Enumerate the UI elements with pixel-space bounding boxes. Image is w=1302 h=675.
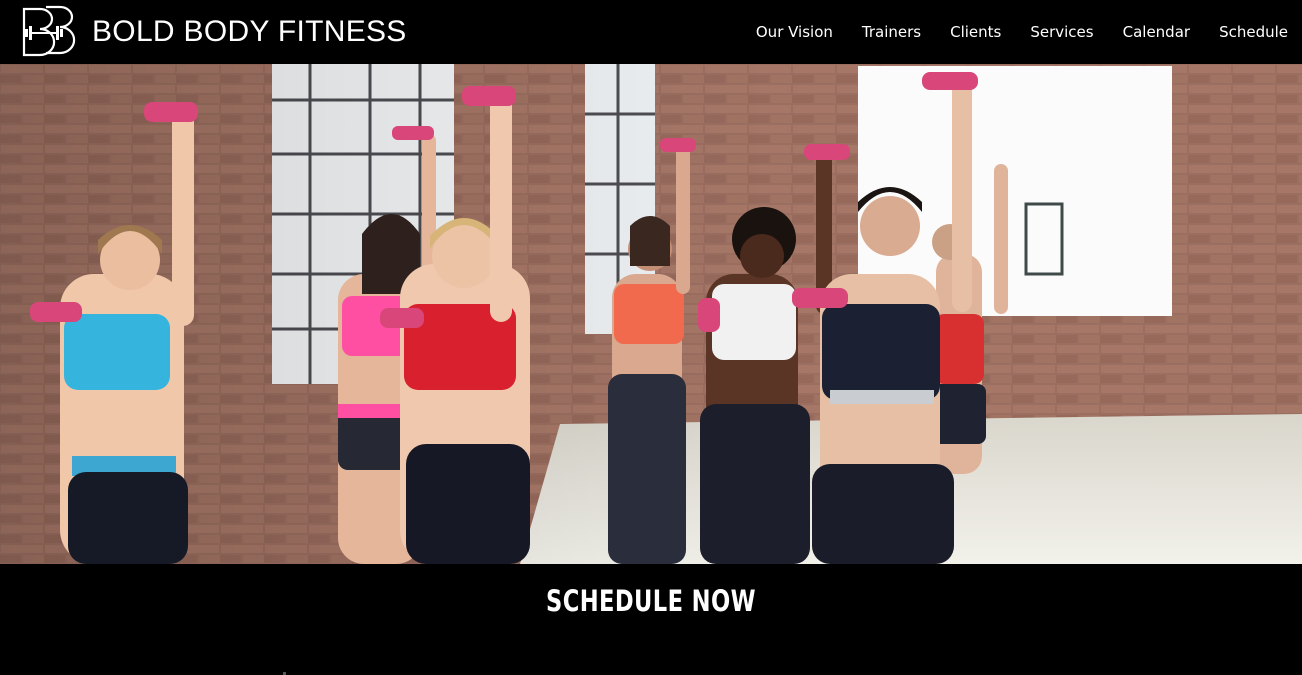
main-nav: Our Vision Trainers Clients Services Cal… xyxy=(727,20,1288,44)
nav-clients[interactable]: Clients xyxy=(950,20,1001,44)
site-header: BOLD BODY FITNESS Our Vision Trainers Cl… xyxy=(0,0,1302,64)
bb-dumbbell-logo-icon[interactable] xyxy=(16,5,76,59)
nav-services[interactable]: Services xyxy=(1030,20,1093,44)
nav-our-vision[interactable]: Our Vision xyxy=(756,20,833,44)
nav-trainers[interactable]: Trainers xyxy=(862,20,921,44)
brand-title[interactable]: BOLD BODY FITNESS xyxy=(92,14,407,50)
schedule-now-link[interactable]: SCHEDULE NOW xyxy=(143,584,1159,618)
hero-image xyxy=(0,64,1302,564)
nav-calendar[interactable]: Calendar xyxy=(1123,20,1190,44)
nav-schedule[interactable]: Schedule xyxy=(1219,20,1288,44)
schedule-section: SCHEDULE NOW xyxy=(0,564,1302,675)
